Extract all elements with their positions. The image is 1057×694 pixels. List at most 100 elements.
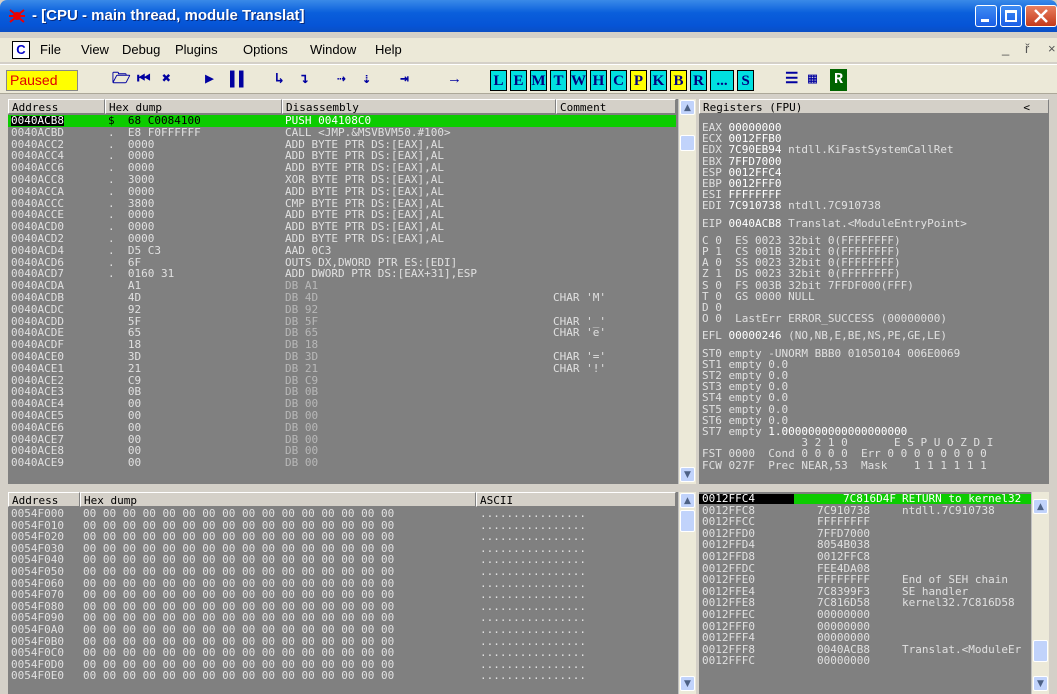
scroll-down-icon[interactable]: ▼ — [1033, 676, 1048, 691]
register-line[interactable]: ST1 empty 0.0 — [702, 353, 788, 370]
menu-options[interactable]: Options — [243, 42, 288, 57]
handles-button[interactable]: H — [590, 70, 607, 91]
menu-view[interactable]: View — [81, 42, 109, 57]
disasm-disassembly-header[interactable]: Disassembly — [282, 99, 556, 114]
registers-collapse-icon[interactable]: < — [1023, 101, 1030, 114]
scroll-up-icon[interactable]: ▲ — [680, 493, 695, 508]
memory-map-button[interactable]: M — [530, 70, 547, 91]
maximize-button[interactable] — [1000, 5, 1022, 27]
register-line[interactable]: ST4 empty 0.0 — [702, 386, 788, 403]
register-line[interactable]: EIP 0040ACB8 Translat.<ModuleEntryPoint> — [702, 212, 967, 229]
register-line[interactable]: FCW 027F Prec NEAR,53 Mask 1 1 1 1 1 1 — [702, 454, 987, 471]
close-program-icon[interactable]: ✖ — [162, 69, 171, 91]
menu-file[interactable]: File — [40, 42, 61, 57]
register-line[interactable]: Z 1 DS 0023 32bit 0(FFFFFFFF) — [702, 262, 901, 279]
run-icon[interactable]: ▶ — [205, 69, 214, 91]
call-stack-button[interactable]: K — [650, 70, 667, 91]
disassembly-pane[interactable]: Address Hex dump Disassembly Comment 004… — [8, 99, 696, 484]
scroll-up-icon[interactable]: ▲ — [1033, 499, 1048, 514]
log-window-button[interactable]: L — [490, 70, 507, 91]
goto-icon[interactable]: → — [450, 69, 459, 91]
disasm-hex-header[interactable]: Hex dump — [105, 99, 282, 114]
disasm-row[interactable]: 0040ACE9 00 DB 00 — [8, 457, 676, 469]
run-trace-button[interactable]: ... — [710, 70, 734, 91]
dump-scrollbar[interactable]: ▲ ▼ — [678, 492, 696, 694]
register-line[interactable]: ECX 0012FFB0 — [702, 127, 781, 144]
appearance-icon[interactable]: ▦ — [808, 69, 817, 91]
stack-scrollbar[interactable]: ▲ ▼ — [1031, 492, 1049, 694]
pause-icon[interactable]: ▌▌ — [230, 69, 248, 91]
register-line[interactable]: EDX 7C90EB94 ntdll.KiFastSystemCallRet — [702, 138, 954, 155]
disasm-row[interactable]: 0040ACE6 00 DB 00 — [8, 422, 676, 434]
cpu-button[interactable]: C — [610, 70, 627, 91]
register-line[interactable]: ST5 empty 0.0 — [702, 398, 788, 415]
menu-window[interactable]: Window — [310, 42, 356, 57]
menu-help[interactable]: Help — [375, 42, 402, 57]
stack-row[interactable]: 0012FFFC 00000000 — [699, 655, 1031, 668]
register-line[interactable]: EDI 7C910738 ntdll.7C910738 — [702, 194, 881, 211]
register-line[interactable]: FST 0000 Cond 0 0 0 0 Err 0 0 0 0 0 0 0 … — [702, 442, 987, 459]
register-line[interactable]: S 0 FS 003B 32bit 7FFDF000(FFF) — [702, 274, 914, 291]
register-line[interactable]: D 0 — [702, 296, 722, 313]
restart-icon[interactable]: ⏮ — [137, 69, 151, 91]
close-button[interactable] — [1025, 5, 1057, 27]
registers-pane[interactable]: Registers (FPU) < EAX 00000000 ECX 0012FFB… — [699, 99, 1049, 484]
threads-button[interactable]: T — [550, 70, 567, 91]
register-line[interactable]: ST3 empty 0.0 — [702, 375, 788, 392]
patches-button[interactable]: P — [630, 70, 647, 91]
step-over-icon[interactable]: ↴ — [300, 69, 309, 91]
registers-header[interactable]: Registers (FPU) < — [699, 99, 1049, 114]
register-line[interactable]: ST7 empty 1.0000000000000000000 — [702, 420, 907, 437]
step-into-icon[interactable]: ↳ — [275, 69, 284, 91]
list-icon[interactable]: ☰ — [785, 69, 798, 91]
disasm-row[interactable]: 0040ACE1 21 DB 21 CHAR '!' — [8, 363, 676, 375]
mdi-close-button[interactable]: × — [1048, 41, 1056, 56]
register-line[interactable]: ST0 empty -UNORM BBB0 01050104 006E0069 — [702, 342, 960, 359]
dump-row[interactable]: 0054F0E0 00 00 00 00 00 00 00 00 00 00 00… — [8, 670, 676, 683]
dump-hex-header[interactable]: Hex dump — [80, 492, 476, 507]
source-button[interactable]: S — [737, 70, 754, 91]
disasm-comment-header[interactable]: Comment — [556, 99, 676, 114]
scroll-up-icon[interactable]: ▲ — [680, 100, 695, 115]
scroll-thumb[interactable] — [680, 135, 695, 151]
register-line[interactable]: 3 2 1 0 E S P U O Z D I — [702, 431, 993, 448]
open-icon[interactable]: 🗁 — [112, 69, 131, 91]
menu-debug[interactable]: Debug — [122, 42, 160, 57]
disasm-row[interactable]: 0040ACCA . 0000 ADD BYTE PTR DS:[EAX],AL — [8, 186, 676, 198]
register-line[interactable]: EBP 0012FFF0 — [702, 172, 781, 189]
dump-address-header[interactable]: Address — [8, 492, 80, 507]
disasm-row[interactable]: 0040ACDC 92 DB 92 — [8, 304, 676, 316]
breakpoints-button[interactable]: B — [670, 70, 687, 91]
disasm-scrollbar[interactable]: ▲ ▼ — [678, 99, 696, 484]
references-button[interactable]: R — [690, 70, 707, 91]
mdi-restore-button[interactable]: ř — [1025, 41, 1029, 56]
executables-button[interactable]: E — [510, 70, 527, 91]
mdi-minimize-button[interactable]: _ — [1002, 41, 1009, 56]
disasm-address-header[interactable]: Address — [8, 99, 105, 114]
register-line[interactable]: EAX 00000000 — [702, 116, 781, 133]
dump-ascii-header[interactable]: ASCII — [476, 492, 676, 507]
register-line[interactable]: ESP 0012FFC4 — [702, 161, 781, 178]
register-line[interactable]: ESI FFFFFFFF — [702, 183, 781, 200]
windows-button[interactable]: W — [570, 70, 587, 91]
register-line[interactable]: ST6 empty 0.0 — [702, 409, 788, 426]
trace-into-icon[interactable]: ⇢ — [337, 69, 346, 91]
register-line[interactable]: EBX 7FFD7000 — [702, 150, 781, 167]
register-line[interactable]: T 0 GS 0000 NULL — [702, 285, 815, 302]
register-line[interactable]: EFL 00000246 (NO,NB,E,BE,NS,PE,GE,LE) — [702, 324, 947, 341]
title-bar[interactable]: - [CPU - main thread, module Translat] — [0, 0, 1057, 32]
menu-plugins[interactable]: Plugins — [175, 42, 218, 57]
register-line[interactable]: ST2 empty 0.0 — [702, 364, 788, 381]
scroll-thumb[interactable] — [1033, 640, 1048, 662]
scroll-down-icon[interactable]: ▼ — [680, 676, 695, 691]
scroll-thumb[interactable] — [680, 510, 695, 532]
register-line[interactable]: C 0 ES 0023 32bit 0(FFFFFFFF) — [702, 229, 901, 246]
stack-pane[interactable]: 0012FFC4 7C816D4F RETURN to kernel32 0012FF… — [699, 492, 1049, 694]
register-line[interactable]: P 1 CS 001B 32bit 0(FFFFFFFF) — [702, 240, 901, 257]
register-line[interactable]: O 0 LastErr ERROR_SUCCESS (00000000) — [702, 307, 947, 324]
trace-over-icon[interactable]: ⇣ — [362, 69, 371, 91]
minimize-button[interactable] — [975, 5, 997, 27]
disasm-row[interactable]: 0040ACBD . E8 F0FFFFFF CALL <JMP.&MSVBVM50… — [8, 127, 676, 139]
right-icon[interactable]: R — [830, 69, 847, 91]
disasm-row[interactable]: 0040ACD4 . D5 C3 AAD 0C3 — [8, 245, 676, 257]
